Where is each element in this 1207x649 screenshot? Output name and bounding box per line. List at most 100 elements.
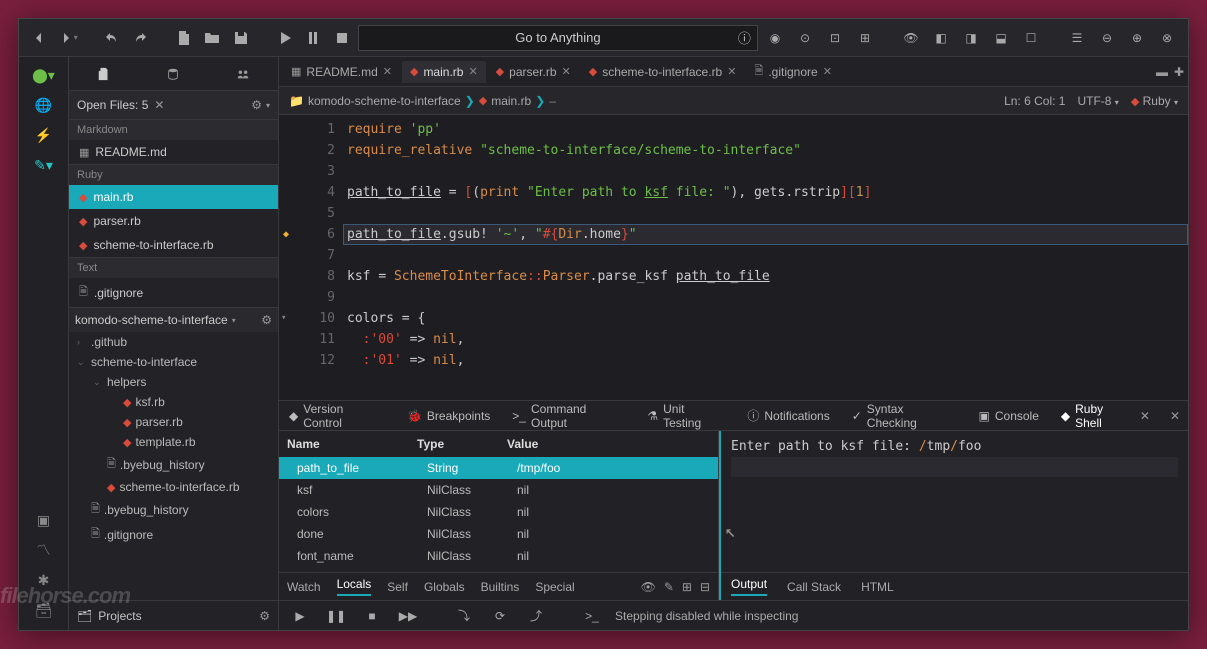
undo-button[interactable] bbox=[99, 25, 124, 51]
save-macro-button[interactable]: ⊞ bbox=[852, 25, 878, 51]
tree-file[interactable]: 🗎.byebug_history bbox=[69, 497, 278, 522]
bottom-tab[interactable]: ◆Version Control bbox=[287, 398, 387, 434]
close-tab-icon[interactable]: ✕ bbox=[727, 65, 736, 78]
edit-icon[interactable]: ✎ bbox=[664, 580, 674, 594]
redo-button[interactable] bbox=[128, 25, 153, 51]
close-icon[interactable]: ✕ bbox=[154, 98, 164, 112]
tree-file[interactable]: ◆template.rb bbox=[69, 432, 278, 452]
step-out-icon[interactable]: ⤴ bbox=[523, 603, 549, 629]
line-number[interactable]: 6 bbox=[297, 224, 335, 245]
gear-icon[interactable]: ⚙ bbox=[259, 609, 270, 623]
eye-icon[interactable]: 👁 bbox=[641, 580, 656, 594]
code-line[interactable]: require 'pp' bbox=[343, 119, 1188, 140]
activity-flash-icon[interactable]: ⚡ bbox=[26, 121, 62, 149]
code-editor[interactable]: 123456789101112 require 'pp'require_rela… bbox=[279, 115, 1188, 400]
line-number[interactable]: 12 bbox=[297, 350, 335, 371]
locals-row[interactable]: colorsNilClassnil bbox=[279, 501, 718, 523]
toggle-view-icon[interactable]: 👁 bbox=[898, 25, 924, 51]
projects-footer[interactable]: 🗂 Projects ⚙ bbox=[69, 600, 278, 630]
activity-debug-icon[interactable]: ⬤▾ bbox=[26, 61, 62, 89]
line-number[interactable]: 7 bbox=[297, 245, 335, 266]
tab-add-icon[interactable]: ✚ bbox=[1174, 65, 1184, 79]
open-file-item[interactable]: ◆scheme-to-interface.rb bbox=[69, 233, 278, 257]
debug-play-icon[interactable]: ▶ bbox=[287, 603, 313, 629]
play-button[interactable] bbox=[272, 25, 297, 51]
activity-globe-icon[interactable]: 🌐 bbox=[26, 91, 62, 119]
locals-footer-tab[interactable]: Self bbox=[387, 580, 408, 594]
line-number[interactable]: 1 bbox=[297, 119, 335, 140]
bottom-tab[interactable]: ◆Ruby Shell✕ bbox=[1059, 398, 1152, 434]
bc-lncol[interactable]: Ln: 6 Col: 1 bbox=[1004, 94, 1065, 108]
panel-bottom-icon[interactable]: ⬓ bbox=[988, 25, 1014, 51]
bottom-tab[interactable]: ⓘNotifications bbox=[745, 403, 831, 428]
prompt-icon[interactable]: >_ bbox=[579, 603, 605, 629]
editor-tab[interactable]: ◆parser.rb✕ bbox=[488, 61, 579, 83]
locals-footer-tab[interactable]: Locals bbox=[337, 577, 372, 596]
tree-file[interactable]: 🗎.byebug_history bbox=[69, 452, 278, 477]
remove-icon[interactable]: ⊟ bbox=[700, 580, 710, 594]
code-line[interactable] bbox=[343, 203, 1188, 224]
bc-lang[interactable]: ◆ Ruby ▾ bbox=[1131, 94, 1178, 108]
sidebar-tab-collab-icon[interactable] bbox=[230, 61, 256, 87]
menu-button[interactable]: ☰ bbox=[1064, 25, 1090, 51]
line-number[interactable]: 2 bbox=[297, 140, 335, 161]
line-number[interactable]: 10 bbox=[297, 308, 335, 329]
shell-output[interactable]: Enter path to ksf file: /tmp/foo ↖ bbox=[721, 431, 1188, 572]
bottom-tab[interactable]: ✓Syntax Checking bbox=[850, 398, 959, 434]
tree-folder[interactable]: ⌄scheme-to-interface bbox=[69, 352, 278, 372]
activity-terminal-icon[interactable]: ▣ bbox=[26, 506, 62, 534]
debug-fastfwd-icon[interactable]: ▶▶ bbox=[395, 603, 421, 629]
project-tree-header[interactable]: komodo-scheme-to-interface ▾ ⚙ bbox=[69, 307, 278, 332]
bottom-tab[interactable]: >_Command Output bbox=[510, 398, 627, 434]
activity-db-icon[interactable]: 🗃 bbox=[26, 596, 62, 624]
forward-button[interactable]: ▾ bbox=[56, 25, 81, 51]
code-line[interactable] bbox=[343, 287, 1188, 308]
activity-star-icon[interactable]: ✱ bbox=[26, 566, 62, 594]
close-tab-icon[interactable]: ✕ bbox=[468, 65, 477, 78]
col-name[interactable]: Name bbox=[287, 437, 417, 451]
code-line[interactable]: require_relative "scheme-to-interface/sc… bbox=[343, 140, 1188, 161]
close-panel-icon[interactable]: ✕ bbox=[1170, 409, 1180, 423]
goto-anything-input[interactable]: Go to Anything ⓘ bbox=[358, 25, 758, 51]
open-file-item[interactable]: ◆main.rb bbox=[69, 185, 278, 209]
panel-right-icon[interactable]: ◨ bbox=[958, 25, 984, 51]
locals-row[interactable]: font_nameNilClassnil bbox=[279, 545, 718, 567]
line-number[interactable]: 11 bbox=[297, 329, 335, 350]
line-number[interactable]: 5 bbox=[297, 203, 335, 224]
locals-footer-tab[interactable]: Special bbox=[535, 580, 574, 594]
step-over-icon[interactable]: ⟳ bbox=[487, 603, 513, 629]
col-type[interactable]: Type bbox=[417, 437, 507, 451]
bc-encoding[interactable]: UTF-8 ▾ bbox=[1077, 94, 1118, 108]
editor-tab[interactable]: ◆scheme-to-interface.rb✕ bbox=[581, 61, 745, 83]
close-window-button[interactable]: ⊗ bbox=[1154, 25, 1180, 51]
add-icon[interactable]: ⊞ bbox=[682, 580, 692, 594]
gear-icon[interactable]: ⚙ bbox=[251, 98, 262, 112]
bc-project[interactable]: komodo-scheme-to-interface bbox=[308, 94, 461, 108]
new-file-button[interactable] bbox=[172, 25, 197, 51]
editor-tab[interactable]: ▦README.md✕ bbox=[283, 61, 400, 83]
line-number[interactable]: 3 bbox=[297, 161, 335, 182]
tree-file[interactable]: 🗎.gitignore bbox=[69, 522, 278, 547]
bottom-tab[interactable]: ⚗Unit Testing bbox=[645, 398, 727, 434]
line-number[interactable]: 4 bbox=[297, 182, 335, 203]
bc-file[interactable]: main.rb bbox=[491, 94, 531, 108]
locals-footer-tab[interactable]: Builtins bbox=[481, 580, 520, 594]
editor-tab[interactable]: ◆main.rb✕ bbox=[402, 61, 486, 83]
debug-stop-icon[interactable]: ■ bbox=[359, 603, 385, 629]
activity-paint-icon[interactable]: ✎▾ bbox=[26, 151, 62, 179]
close-tab-icon[interactable]: ✕ bbox=[823, 65, 832, 78]
macro-options-button[interactable]: ⊡ bbox=[822, 25, 848, 51]
code-line[interactable]: colors = { bbox=[343, 308, 1188, 329]
shell-footer-tab[interactable]: HTML bbox=[861, 580, 894, 594]
code-line[interactable]: :'00' => nil, bbox=[343, 329, 1188, 350]
tree-file[interactable]: ◆parser.rb bbox=[69, 412, 278, 432]
close-tab-icon[interactable]: ✕ bbox=[383, 65, 392, 78]
panel-full-icon[interactable]: ☐ bbox=[1018, 25, 1044, 51]
play-macro-button[interactable]: ⊙ bbox=[792, 25, 818, 51]
sidebar-tab-db-icon[interactable] bbox=[160, 61, 186, 87]
open-files-header[interactable]: Open Files: 5 ✕ ⚙▾ bbox=[69, 91, 278, 119]
bottom-tab[interactable]: ▣Console bbox=[977, 405, 1041, 427]
code-line[interactable]: path_to_file.gsub! '~', "#{Dir.home}" bbox=[343, 224, 1188, 245]
maximize-button[interactable]: ⊕ bbox=[1124, 25, 1150, 51]
code-line[interactable]: :'01' => nil, bbox=[343, 350, 1188, 371]
